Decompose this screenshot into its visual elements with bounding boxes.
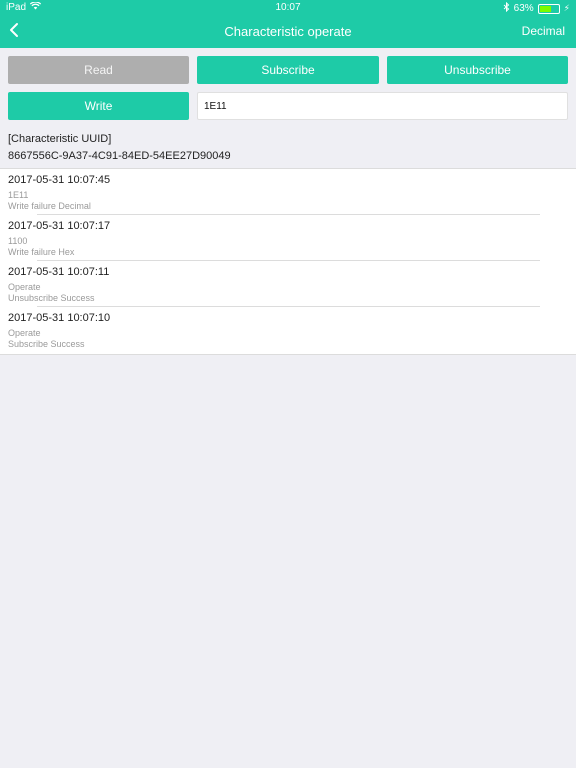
charging-bolt-icon: ⚡ (563, 3, 570, 13)
log-item: 2017-05-31 10:07:10 Operate Subscribe Su… (0, 307, 576, 353)
write-value-input[interactable]: 1E11 (197, 92, 568, 120)
characteristic-info: [Characteristic UUID] 8667556C-9A37-4C91… (8, 131, 231, 165)
bluetooth-icon (503, 1, 510, 15)
navigation-bar: Characteristic operate Decimal (0, 16, 576, 48)
log-item: 2017-05-31 10:07:11 Operate Unsubscribe … (0, 261, 576, 307)
log-timestamp: 2017-05-31 10:07:10 (8, 312, 111, 324)
status-time: 10:07 (275, 2, 301, 13)
log-timestamp: 2017-05-31 10:07:17 (8, 220, 111, 232)
status-right: 63% ⚡ (503, 1, 570, 15)
status-bar: iPad 10:07 63% ⚡ (0, 0, 576, 16)
log-timestamp: 2017-05-31 10:07:11 (8, 266, 110, 278)
battery-percent: 63% (513, 3, 534, 14)
format-toggle-button[interactable]: Decimal (522, 24, 565, 38)
write-value-text: 1E11 (204, 100, 227, 112)
unsubscribe-button[interactable]: Unsubscribe (387, 56, 568, 84)
log-item: 2017-05-31 10:07:45 1E11 Write failure D… (0, 169, 576, 215)
log-value: Operate (8, 328, 41, 338)
page-title: Characteristic operate (224, 24, 352, 39)
log-value: Operate (8, 282, 41, 292)
characteristic-uuid: 8667556C-9A37-4C91-84ED-54EE27D90049 (8, 150, 231, 162)
log-result: Write failure Hex (8, 247, 75, 257)
characteristic-heading: [Characteristic UUID] (8, 133, 112, 145)
log-timestamp: 2017-05-31 10:07:45 (8, 174, 111, 186)
battery-icon (537, 3, 560, 14)
subscribe-button[interactable]: Subscribe (197, 56, 379, 84)
operation-log-list: 2017-05-31 10:07:45 1E11 Write failure D… (0, 168, 576, 355)
read-button[interactable]: Read (8, 56, 189, 84)
top-bar: iPad 10:07 63% ⚡ Characteristic operate … (0, 0, 576, 48)
log-item: 2017-05-31 10:07:17 1100 Write failure H… (0, 215, 576, 261)
log-value: 1E11 (8, 190, 29, 200)
log-value: 1100 (8, 236, 28, 246)
log-result: Write failure Decimal (8, 201, 91, 211)
write-button[interactable]: Write (8, 92, 189, 120)
log-result: Unsubscribe Success (8, 293, 95, 303)
log-result: Subscribe Success (8, 339, 85, 349)
